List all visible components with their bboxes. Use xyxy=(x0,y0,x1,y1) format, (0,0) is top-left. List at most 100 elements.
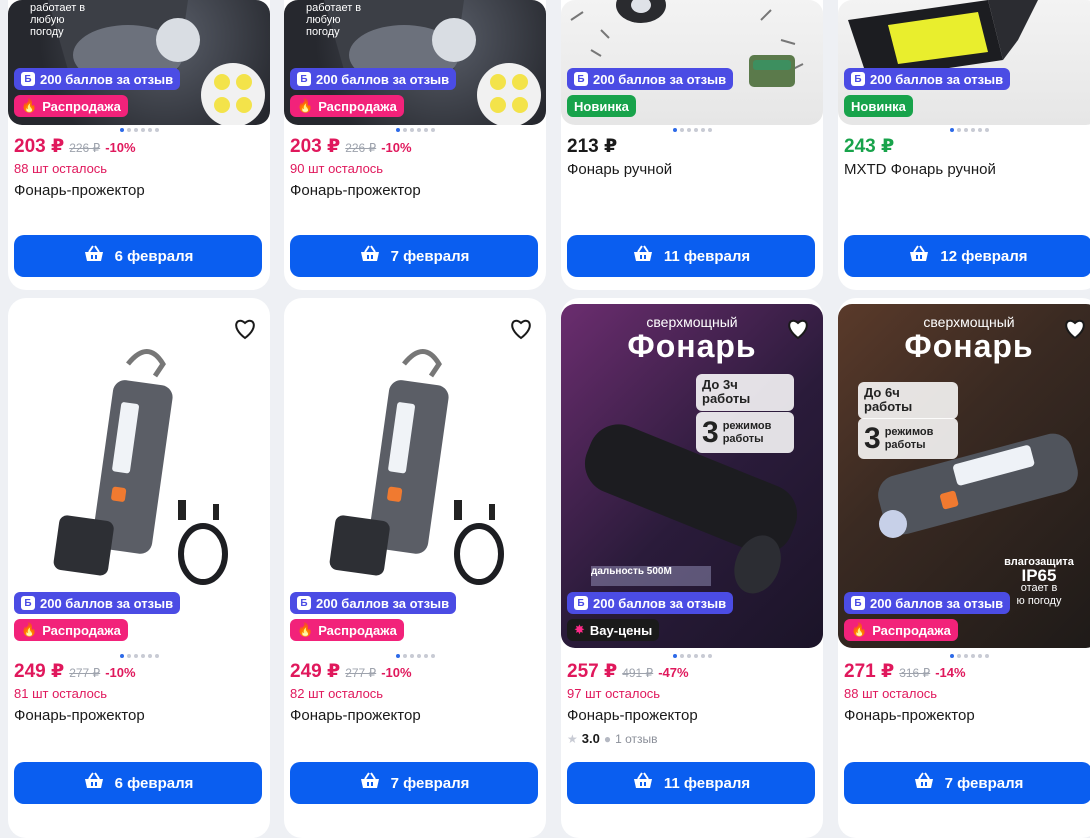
badges: Б 200 баллов за отзыв 🔥 Распродажа xyxy=(290,592,457,646)
product-card[interactable]: сверхмощный Фонарь До 6ч работы 3 режимо… xyxy=(838,298,1090,838)
points-icon: Б xyxy=(21,72,35,86)
product-info: 243 ₽ MXTD Фонарь ручной xyxy=(844,135,1090,181)
product-card[interactable]: работает в любую погоду Б 200 баллов за о… xyxy=(8,0,270,290)
add-to-cart-button[interactable]: 6 февраля xyxy=(14,235,262,277)
carousel-dots xyxy=(284,654,546,658)
fire-icon: 🔥 xyxy=(297,622,314,637)
carousel-dots xyxy=(8,654,270,658)
fire-icon: 🔥 xyxy=(21,622,38,637)
carousel-dots xyxy=(838,654,1090,658)
add-to-cart-button[interactable]: 7 февраля xyxy=(290,235,538,277)
fire-icon: 🔥 xyxy=(297,98,314,113)
basket-icon xyxy=(908,245,930,267)
product-grid: работает в любую погоду Б 200 баллов за о… xyxy=(0,0,1090,838)
image-headline: Фонарь xyxy=(627,328,757,364)
points-badge: Б 200 баллов за отзыв xyxy=(567,592,734,614)
product-info: 249 ₽ 277 ₽ -10% 82 шт осталось Фонарь-п… xyxy=(290,660,540,727)
discount: -10% xyxy=(381,665,412,680)
add-to-cart-button[interactable]: 12 февраля xyxy=(844,235,1090,277)
badges: Б 200 баллов за отзыв 🔥 Распродажа xyxy=(290,68,457,122)
carousel-dots xyxy=(284,128,546,132)
old-price: 277 ₽ xyxy=(69,666,101,680)
points-icon: Б xyxy=(297,596,311,610)
points-icon: Б xyxy=(851,72,865,86)
heart-icon[interactable] xyxy=(232,316,258,342)
points-badge: Б 200 баллов за отзыв xyxy=(290,68,457,90)
product-title[interactable]: Фонарь-прожектор xyxy=(844,707,1090,727)
heart-icon[interactable] xyxy=(1062,316,1088,342)
price: 271 ₽ xyxy=(844,661,895,682)
runtime-label: До 3ч работы xyxy=(696,374,794,411)
add-to-cart-button[interactable]: 6 февраля xyxy=(14,762,262,804)
product-card[interactable]: Б 200 баллов за отзыв Новинка 213 ₽ Фонар… xyxy=(561,0,823,290)
product-card[interactable]: сверхмощный Фонарь До 3ч работы 3 режимо… xyxy=(561,298,823,838)
sale-badge: 🔥 Распродажа xyxy=(14,95,128,117)
points-icon: Б xyxy=(297,72,311,86)
product-title[interactable]: Фонарь-прожектор xyxy=(290,707,540,727)
new-badge: Новинка xyxy=(567,95,636,117)
price: 249 ₽ xyxy=(14,661,65,682)
basket-icon xyxy=(83,772,105,794)
points-badge: Б 200 баллов за отзыв xyxy=(844,592,1011,614)
heart-icon[interactable] xyxy=(508,316,534,342)
modes-label: 3 режимов работы xyxy=(696,412,794,453)
price: 203 ₽ xyxy=(290,136,341,157)
basket-icon xyxy=(632,772,654,794)
badges: Б 200 баллов за отзыв ✸ Вау-цены xyxy=(567,592,734,646)
discount: -10% xyxy=(105,140,136,155)
stock-left: 81 шт осталось xyxy=(14,686,108,701)
product-card[interactable]: Б 200 баллов за отзыв 🔥 Распродажа 249 ₽ 2… xyxy=(8,298,270,838)
carousel-dots xyxy=(838,128,1090,132)
badges: Б 200 баллов за отзыв Новинка xyxy=(567,68,734,122)
add-to-cart-button[interactable]: 7 февраля xyxy=(844,762,1090,804)
product-info: 257 ₽ 491 ₽ -47% 97 шт осталось Фонарь-п… xyxy=(567,660,817,746)
stock-left: 90 шт осталось xyxy=(290,161,384,176)
badges: Б 200 баллов за отзыв 🔥 Распродажа xyxy=(844,592,1011,646)
product-title[interactable]: Фонарь-прожектор xyxy=(14,182,264,202)
modes-label: 3 режимов работы xyxy=(858,418,958,459)
sale-badge: 🔥 Распродажа xyxy=(290,95,404,117)
carousel-dots xyxy=(561,128,823,132)
price: 203 ₽ xyxy=(14,136,65,157)
price: 257 ₽ xyxy=(567,661,618,682)
add-to-cart-button[interactable]: 11 февраля xyxy=(567,762,815,804)
discount: -10% xyxy=(105,665,136,680)
sale-badge: 🔥 Распродажа xyxy=(290,619,404,641)
product-card[interactable]: Б 200 баллов за отзыв Новинка 243 ₽ MXTD … xyxy=(838,0,1090,290)
points-badge: Б 200 баллов за отзыв xyxy=(14,592,181,614)
product-title[interactable]: Фонарь-прожектор xyxy=(14,707,264,727)
old-price: 277 ₽ xyxy=(345,666,377,680)
badges: Б 200 баллов за отзыв 🔥 Распродажа xyxy=(14,592,181,646)
price: 243 ₽ xyxy=(844,136,895,157)
image-caption: работает в любую погоду xyxy=(306,2,362,38)
rating-value: 3.0 xyxy=(581,731,600,746)
sale-badge: 🔥 Распродажа xyxy=(14,619,128,641)
sale-badge: 🔥 Распродажа xyxy=(844,619,958,641)
product-card[interactable]: работает в любую погоду Б 200 баллов за о… xyxy=(284,0,546,290)
heart-icon[interactable] xyxy=(785,316,811,342)
discount: -14% xyxy=(935,665,966,680)
old-price: 226 ₽ xyxy=(69,141,101,155)
add-to-cart-button[interactable]: 7 февраля xyxy=(290,762,538,804)
fire-icon: 🔥 xyxy=(851,622,868,637)
product-title[interactable]: MXTD Фонарь ручной xyxy=(844,161,1090,181)
add-to-cart-button[interactable]: 11 февраля xyxy=(567,235,815,277)
stock-left: 88 шт осталось xyxy=(844,686,938,701)
product-title[interactable]: Фонарь-прожектор xyxy=(290,182,540,202)
product-info: 249 ₽ 277 ₽ -10% 81 шт осталось Фонарь-п… xyxy=(14,660,264,727)
product-info: 213 ₽ Фонарь ручной xyxy=(567,135,817,181)
product-title[interactable]: Фонарь-прожектор xyxy=(567,707,817,727)
product-title[interactable]: Фонарь ручной xyxy=(567,161,817,181)
points-icon: Б xyxy=(574,72,588,86)
basket-icon xyxy=(83,245,105,267)
product-info: 203 ₽ 226 ₽ -10% 88 шт осталось Фонарь-п… xyxy=(14,135,264,202)
old-price: 316 ₽ xyxy=(899,666,931,680)
basket-icon xyxy=(913,772,935,794)
rating-row[interactable]: ★ 3.0 ● 1 отзыв xyxy=(567,731,817,746)
product-card[interactable]: Б 200 баллов за отзыв 🔥 Распродажа 249 ₽ 2… xyxy=(284,298,546,838)
price: 213 ₽ xyxy=(567,136,618,157)
price: 249 ₽ xyxy=(290,661,341,682)
old-price: 491 ₽ xyxy=(622,666,654,680)
points-badge: Б 200 баллов за отзыв xyxy=(290,592,457,614)
points-badge: Б 200 баллов за отзыв xyxy=(844,68,1011,90)
